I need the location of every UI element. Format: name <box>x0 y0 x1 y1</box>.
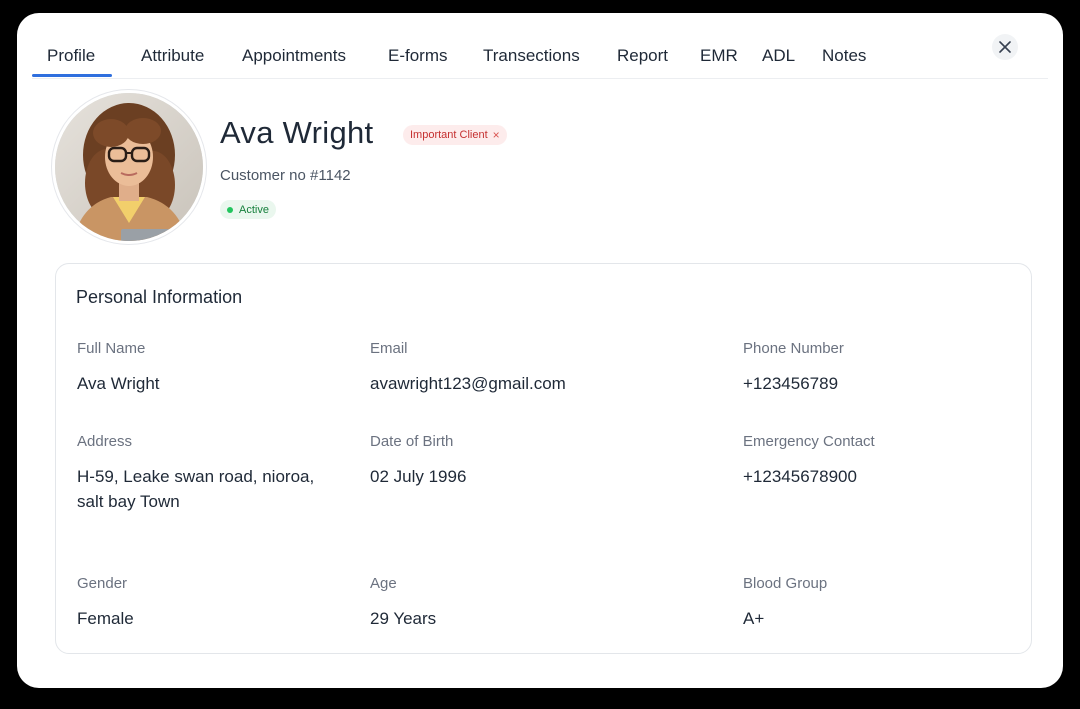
tab-report[interactable]: Report <box>617 46 668 66</box>
field-label: Blood Group <box>743 575 828 592</box>
field-value: +123456789 <box>743 374 839 393</box>
customer-profile-modal: Profile Attribute Appointments E-forms T… <box>17 13 1063 688</box>
field-value: Female <box>77 609 134 628</box>
customer-number: Customer no #1142 <box>220 167 351 184</box>
field-gender: Gender Female <box>77 575 134 631</box>
tab-notes[interactable]: Notes <box>822 46 866 66</box>
important-client-tag: Important Client × <box>403 125 507 145</box>
status-dot-icon <box>227 206 233 213</box>
field-full-name: Full Name Ava Wright <box>77 340 160 396</box>
field-value: +12345678900 <box>743 467 857 486</box>
field-value: A+ <box>743 609 765 628</box>
field-value: Ava Wright <box>77 374 160 393</box>
status-badge: Active <box>220 200 276 219</box>
field-value: avawright123@gmail.com <box>370 374 566 393</box>
close-button[interactable] <box>992 34 1018 60</box>
field-blood-group: Blood Group A+ <box>743 575 827 631</box>
tab-transections[interactable]: Transections <box>483 46 580 66</box>
tab-appointments[interactable]: Appointments <box>242 46 346 66</box>
field-label: Gender <box>77 575 128 592</box>
field-emergency-contact: Emergency Contact +12345678900 <box>743 433 875 489</box>
avatar <box>52 90 206 244</box>
field-address: Address H-59, Leake swan road, nioroa, s… <box>77 433 339 514</box>
field-label: Address <box>77 433 133 450</box>
tab-emr[interactable]: EMR <box>700 46 738 66</box>
field-label: Email <box>370 340 408 357</box>
field-label: Age <box>370 575 397 592</box>
field-value: 29 Years <box>370 609 437 628</box>
field-value: 02 July 1996 <box>370 467 467 486</box>
field-age: Age 29 Years <box>370 575 436 631</box>
tab-e-forms[interactable]: E-forms <box>388 46 448 66</box>
personal-information-card: Personal Information Full Name Ava Wrigh… <box>55 263 1032 654</box>
status-label: Active <box>239 203 269 216</box>
profile-name: Ava Wright <box>220 115 374 150</box>
field-phone-number: Phone Number +123456789 <box>743 340 844 396</box>
tag-label: Important Client <box>410 129 488 141</box>
active-tab-indicator <box>32 74 112 77</box>
avatar-photo <box>55 93 203 241</box>
tab-attribute[interactable]: Attribute <box>141 46 204 66</box>
tab-adl[interactable]: ADL <box>762 46 795 66</box>
field-label: Emergency Contact <box>743 433 875 450</box>
tag-remove-icon[interactable]: × <box>493 129 500 141</box>
close-icon <box>999 41 1011 53</box>
field-date-of-birth: Date of Birth 02 July 1996 <box>370 433 466 489</box>
card-title: Personal Information <box>76 287 243 307</box>
tab-profile[interactable]: Profile <box>47 46 95 66</box>
field-label: Full Name <box>77 340 146 357</box>
field-label: Date of Birth <box>370 433 454 450</box>
field-label: Phone Number <box>743 340 844 357</box>
field-email: Email avawright123@gmail.com <box>370 340 566 396</box>
field-value: H-59, Leake swan road, nioroa, salt bay … <box>77 467 315 511</box>
profile-tabs: Profile Attribute Appointments E-forms T… <box>32 13 1048 79</box>
